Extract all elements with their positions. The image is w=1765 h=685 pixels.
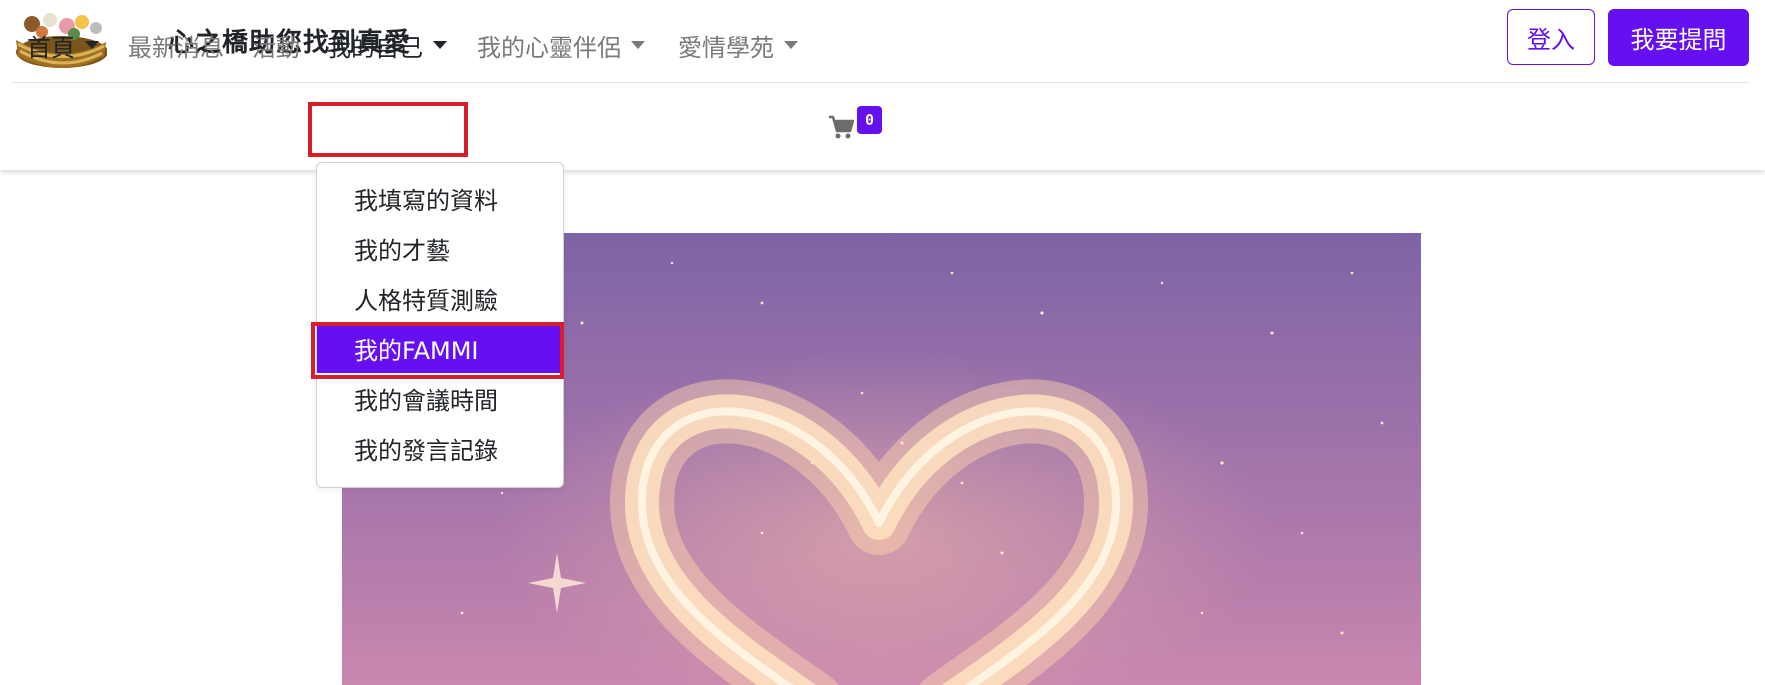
dropdown-item-my-meeting-time[interactable]: 我的會議時間 — [317, 373, 563, 423]
nav-item-events[interactable]: 活動 — [252, 26, 300, 64]
nav-item-label: 最新消息 — [128, 33, 224, 62]
nav-item-love-academy[interactable]: 愛情學苑 — [678, 26, 798, 64]
highlight-box — [308, 102, 468, 157]
caret-down-icon — [433, 41, 447, 49]
nav-item-label: 愛情學苑 — [678, 33, 774, 62]
dropdown-item-my-talents[interactable]: 我的才藝 — [317, 223, 563, 273]
nav-item-myself[interactable]: 我的自己 — [327, 26, 447, 64]
dropdown-item-personality-test[interactable]: 人格特質測驗 — [317, 273, 563, 323]
ask-question-button[interactable]: 我要提問 — [1608, 9, 1749, 66]
nav-item-soulmate[interactable]: 我的心靈伴侶 — [477, 26, 645, 64]
dropdown-item-my-profile[interactable]: 我填寫的資料 — [317, 173, 563, 223]
caret-down-icon — [784, 41, 798, 49]
dropdown-item-my-posts[interactable]: 我的發言記錄 — [317, 423, 563, 473]
caret-down-icon — [631, 41, 645, 49]
login-button[interactable]: 登入 — [1507, 9, 1595, 65]
nav-item-label: 我的自己 — [327, 33, 423, 62]
nav-item-home[interactable]: 首頁 — [27, 26, 99, 64]
shopping-cart-icon[interactable] — [828, 114, 854, 140]
nav-item-label: 活動 — [252, 33, 300, 62]
highlight-box — [311, 322, 564, 379]
nav-item-latest-news[interactable]: 最新消息 — [128, 26, 224, 64]
main-navbar — [0, 83, 1765, 170]
caret-down-icon — [85, 41, 99, 49]
nav-item-label: 我的心靈伴侶 — [477, 33, 621, 62]
nav-item-label: 首頁 — [27, 33, 75, 62]
cart-count-badge: 0 — [857, 106, 882, 134]
